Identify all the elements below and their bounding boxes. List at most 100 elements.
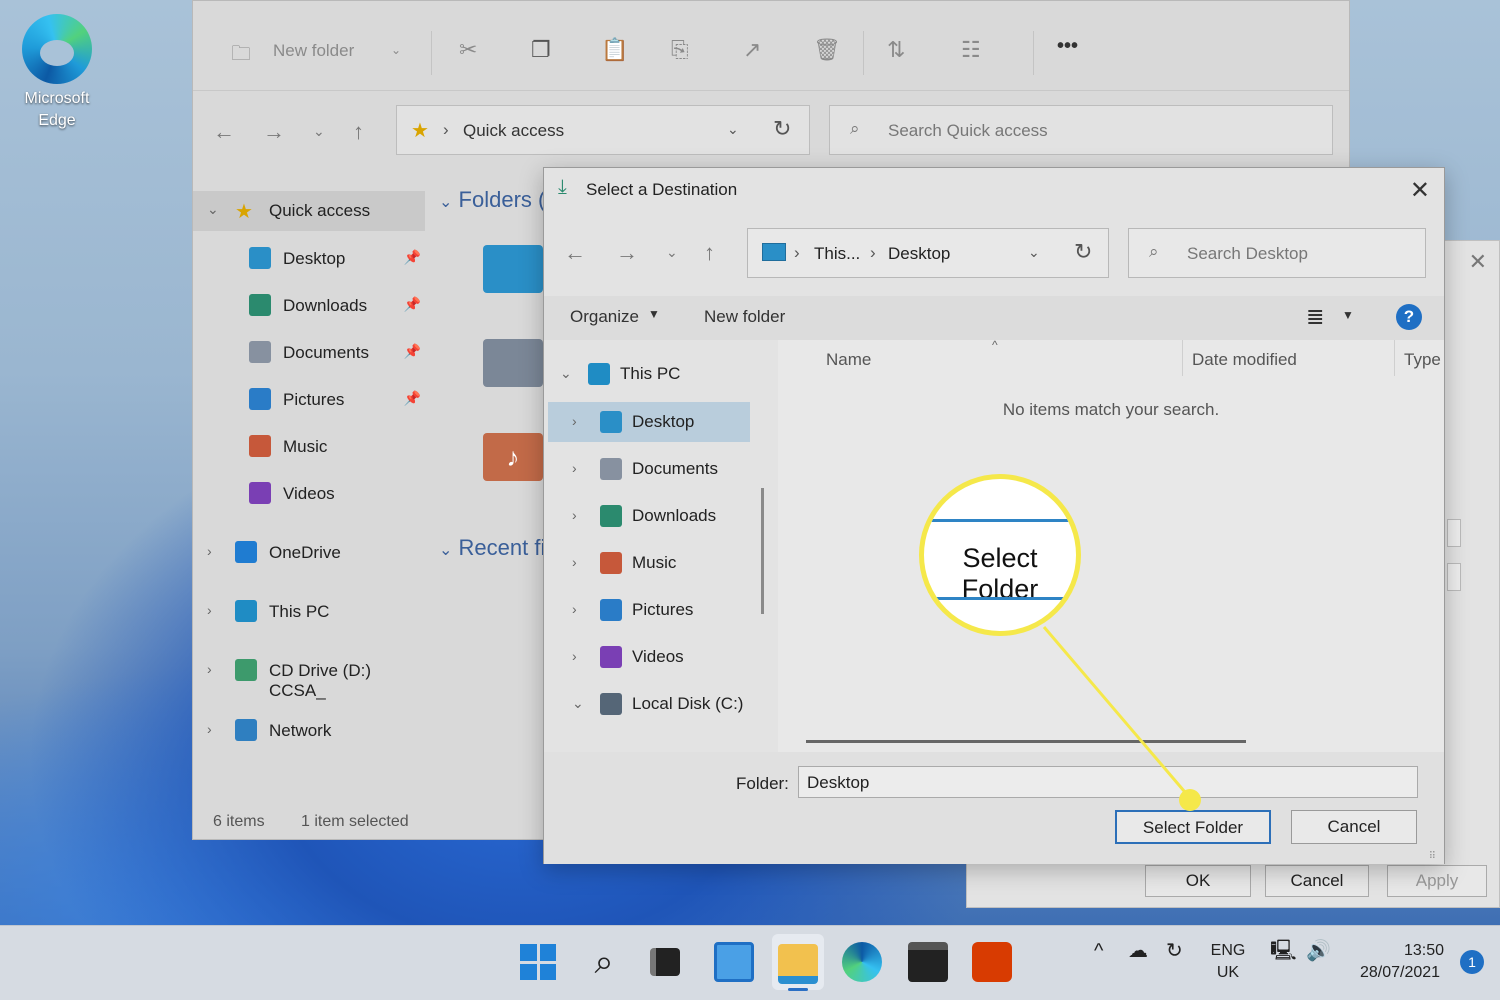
chevron-right-icon[interactable]: › <box>207 661 212 677</box>
chevron-down-icon[interactable]: ⌄ <box>727 121 739 138</box>
desktop-shortcut-edge[interactable]: Microsoft Edge <box>14 14 100 132</box>
breadcrumb-desktop[interactable]: Desktop <box>888 244 950 264</box>
cut-icon[interactable]: ✂ <box>459 37 477 63</box>
new-folder-button[interactable]: New folder <box>273 41 354 61</box>
sidebar-item[interactable]: Pictures 📌 <box>193 380 425 420</box>
start-button[interactable] <box>518 942 558 982</box>
organize-button[interactable]: Organize <box>570 307 639 327</box>
sidebar-item[interactable]: › Network <box>193 711 425 751</box>
column-header-name[interactable]: Name <box>826 350 871 370</box>
delete-icon[interactable]: 🗑 <box>813 37 841 63</box>
view-icon[interactable]: ☷ <box>961 37 981 63</box>
folder-tile-documents[interactable] <box>483 339 543 387</box>
edge-icon[interactable] <box>842 942 882 982</box>
chevron-down-icon[interactable]: ▼ <box>1342 308 1354 322</box>
recent-locations-icon[interactable]: ⌄ <box>666 244 678 261</box>
sidebar-item[interactable]: › CD Drive (D:) CCSA_ <box>193 651 425 700</box>
folder-tile-music[interactable]: ♪ <box>483 433 543 481</box>
tree-item[interactable]: › Desktop <box>548 402 750 442</box>
column-header-type[interactable]: Type <box>1404 350 1441 370</box>
copy-icon[interactable]: ❐ <box>531 37 551 63</box>
forward-arrow-icon[interactable]: → <box>263 119 285 145</box>
tree-item[interactable]: › Documents <box>548 449 750 489</box>
chevron-down-icon[interactable]: ⌄ <box>560 365 572 382</box>
store-icon[interactable] <box>908 942 948 982</box>
chevron-down-icon[interactable]: ⌄ <box>391 43 401 57</box>
rename-icon[interactable]: ⎘ <box>671 37 689 63</box>
recent-locations-icon[interactable]: ⌄ <box>313 123 325 140</box>
folder-tile-desktop[interactable] <box>483 245 543 293</box>
tree-item[interactable]: ⌄ Local Disk (C:) <box>548 684 750 724</box>
chevron-right-icon[interactable]: › <box>207 721 212 737</box>
close-icon[interactable]: ✕ <box>1410 176 1430 205</box>
apply-button[interactable]: Apply <box>1387 865 1487 897</box>
task-view-icon[interactable] <box>650 948 680 976</box>
column-divider[interactable] <box>1394 340 1395 376</box>
tree-item[interactable]: › Music <box>548 543 750 583</box>
cancel-button[interactable]: Cancel <box>1291 810 1417 844</box>
new-folder-button[interactable]: New folder <box>704 307 785 327</box>
share-icon[interactable]: ↗ <box>743 37 761 63</box>
sidebar-item[interactable]: Downloads 📌 <box>193 286 425 326</box>
tree-item[interactable]: › Videos <box>548 637 750 677</box>
chevron-right-icon[interactable]: › <box>572 413 577 429</box>
chevron-right-icon[interactable]: › <box>572 601 577 617</box>
chevron-right-icon[interactable]: › <box>207 602 212 618</box>
language-indicator[interactable]: ENG UK <box>1208 940 1248 984</box>
chevron-down-icon[interactable]: ⌄ <box>207 201 219 218</box>
chevron-right-icon[interactable]: › <box>207 543 212 559</box>
column-divider[interactable] <box>1182 340 1183 376</box>
column-header-date[interactable]: Date modified <box>1192 350 1297 370</box>
sidebar-item[interactable]: › This PC <box>193 592 425 632</box>
chevron-down-icon[interactable]: ⌄ <box>1028 244 1040 261</box>
sort-icon[interactable]: ⇅ <box>887 37 905 63</box>
search-input[interactable]: Search Desktop <box>1187 244 1308 264</box>
folder-field[interactable]: Desktop <box>798 766 1418 798</box>
notification-badge[interactable]: 1 <box>1460 950 1484 974</box>
back-arrow-icon[interactable]: ← <box>213 119 235 145</box>
ok-button[interactable]: OK <box>1145 865 1251 897</box>
chevron-down-icon[interactable]: ⌄ <box>572 695 584 712</box>
volume-icon[interactable]: 🔊 <box>1306 940 1331 962</box>
refresh-icon[interactable]: ↻ <box>773 116 791 142</box>
back-arrow-icon[interactable]: ← <box>564 240 586 266</box>
refresh-icon[interactable]: ↻ <box>1074 239 1092 265</box>
chevron-up-icon[interactable]: ^ <box>1094 940 1103 962</box>
sidebar-item[interactable]: ⌄ ★ Quick access <box>193 191 425 231</box>
tree-item[interactable]: ⌄ This PC <box>548 354 750 394</box>
widgets-icon[interactable] <box>714 942 754 982</box>
address-bar[interactable]: ★ › Quick access ⌄ ↻ <box>396 105 810 155</box>
more-options-button[interactable]: ••• <box>1057 35 1078 58</box>
search-icon[interactable]: ⌕ <box>584 942 624 982</box>
folders-section-header[interactable]: ⌄ Folders ( <box>439 187 545 213</box>
sidebar-item[interactable]: Documents 📌 <box>193 333 425 373</box>
update-icon[interactable]: ↻ <box>1166 940 1183 962</box>
chevron-right-icon[interactable]: › <box>572 554 577 570</box>
cancel-button[interactable]: Cancel <box>1265 865 1369 897</box>
sidebar-item[interactable]: Videos <box>193 474 425 514</box>
breadcrumb-this-pc[interactable]: This... <box>814 244 860 264</box>
view-options-icon[interactable]: ≣ <box>1306 304 1324 330</box>
dialog-search-bar[interactable]: ⌕ Search Desktop <box>1128 228 1426 278</box>
sidebar-item[interactable]: › OneDrive <box>193 533 425 573</box>
help-icon[interactable]: ? <box>1396 304 1422 330</box>
up-arrow-icon[interactable]: ↑ <box>704 240 715 266</box>
tree-item[interactable]: › Pictures <box>548 590 750 630</box>
office-icon[interactable] <box>972 942 1012 982</box>
chevron-right-icon[interactable]: › <box>572 648 577 664</box>
resize-grip[interactable]: ⠿ <box>1429 851 1436 862</box>
search-input[interactable]: Search Quick access <box>888 121 1048 141</box>
chevron-right-icon[interactable]: › <box>572 460 577 476</box>
search-bar[interactable]: ⌕ Search Quick access <box>829 105 1333 155</box>
paste-icon[interactable]: 📋 <box>601 37 628 63</box>
chevron-right-icon[interactable]: › <box>572 507 577 523</box>
horizontal-scrollbar[interactable] <box>806 740 1246 743</box>
dialog-address-bar[interactable]: › This... › Desktop ⌄ ↻ <box>747 228 1109 278</box>
forward-arrow-icon[interactable]: → <box>616 240 638 266</box>
select-folder-button[interactable]: Select Folder <box>1115 810 1271 844</box>
close-icon[interactable]: ✕ <box>1469 249 1487 275</box>
sidebar-item[interactable]: Desktop 📌 <box>193 239 425 279</box>
cloud-icon[interactable]: ☁ <box>1128 940 1148 962</box>
tree-scrollbar[interactable] <box>761 488 764 614</box>
chevron-down-icon[interactable]: ▼ <box>648 307 660 321</box>
